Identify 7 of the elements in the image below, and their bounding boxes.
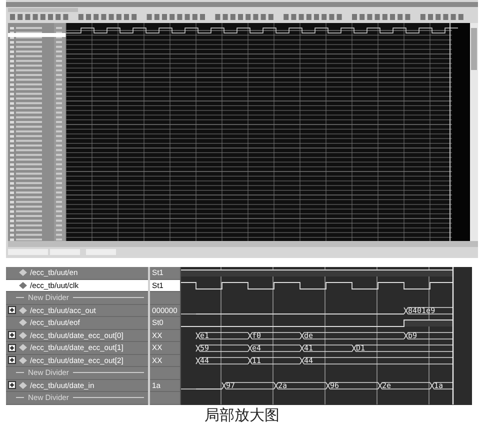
expand-icon[interactable] (8, 356, 16, 364)
signal-icon (18, 380, 28, 390)
expand-icon[interactable] (8, 331, 16, 340)
expand-icon[interactable] (8, 344, 16, 352)
expand-icon[interactable] (8, 306, 16, 314)
figure-caption: 局部放大图 (204, 406, 280, 424)
expand-icon[interactable] (8, 381, 16, 390)
